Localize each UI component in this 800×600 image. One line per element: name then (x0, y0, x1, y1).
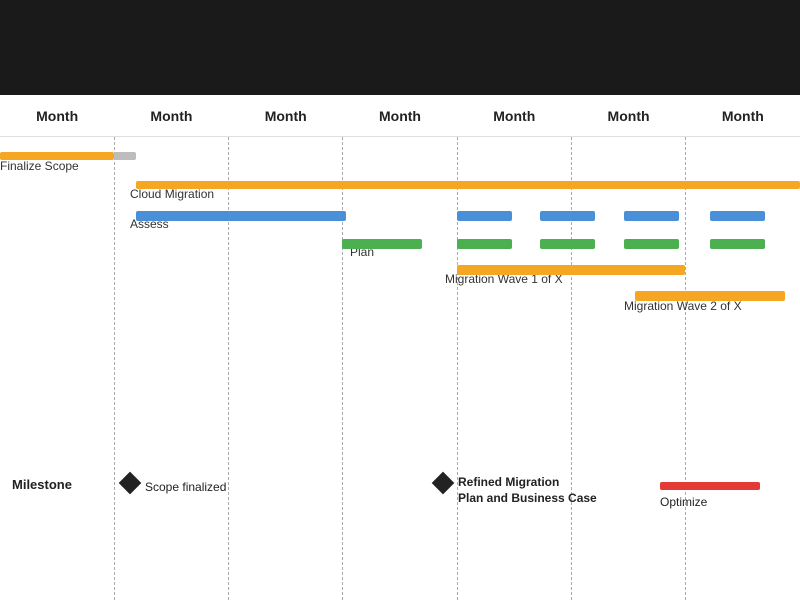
bar-assess-blue-4 (624, 211, 679, 221)
vline-4 (457, 137, 458, 600)
bar-finalize-gray (114, 152, 136, 160)
vline-6 (685, 137, 686, 600)
bar-plan-green-5 (710, 239, 765, 249)
bar-cloud-orange (136, 181, 800, 189)
bar-plan-green-3 (540, 239, 595, 249)
bar-plan-green-2 (457, 239, 512, 249)
top-bar (0, 0, 800, 95)
month-7: Month (686, 108, 800, 124)
month-5: Month (457, 108, 571, 124)
bar-assess-blue-5 (710, 211, 765, 221)
milestone-2-text-line2: Plan and Business Case (458, 491, 597, 505)
bar-assess-blue-2 (457, 211, 512, 221)
bar-assess-blue-1 (136, 211, 346, 221)
month-3: Month (229, 108, 343, 124)
vline-3 (342, 137, 343, 600)
month-6: Month (571, 108, 685, 124)
vline-2 (228, 137, 229, 600)
bar-wave1-orange (457, 265, 685, 275)
finalize-scope-label: Finalize Scope (0, 159, 79, 173)
bar-finalize-orange (0, 152, 114, 160)
bar-wave2-orange (635, 291, 785, 301)
gantt-area: Finalize Scope Cloud Migration Assess Pl… (0, 137, 800, 600)
bar-plan-green-1 (342, 239, 422, 249)
month-4: Month (343, 108, 457, 124)
bar-assess-blue-3 (540, 211, 595, 221)
bar-plan-green-4 (624, 239, 679, 249)
vline-1 (114, 137, 115, 600)
cloud-migration-label: Cloud Migration (130, 187, 214, 201)
milestone-1-text: Scope finalized (145, 480, 226, 494)
milestone-2-text-line1: Refined Migration (458, 475, 559, 489)
vline-5 (571, 137, 572, 600)
month-2: Month (114, 108, 228, 124)
month-header: Month Month Month Month Month Month Mont… (0, 95, 800, 137)
milestone-1-diamond (119, 472, 142, 495)
wave2-label: Migration Wave 2 of X (624, 299, 742, 313)
milestone-2-diamond (432, 472, 455, 495)
milestone-3-text: Optimize (660, 495, 707, 509)
milestone-label: Milestone (12, 477, 72, 492)
month-1: Month (0, 108, 114, 124)
milestone-3-bar (660, 482, 760, 490)
